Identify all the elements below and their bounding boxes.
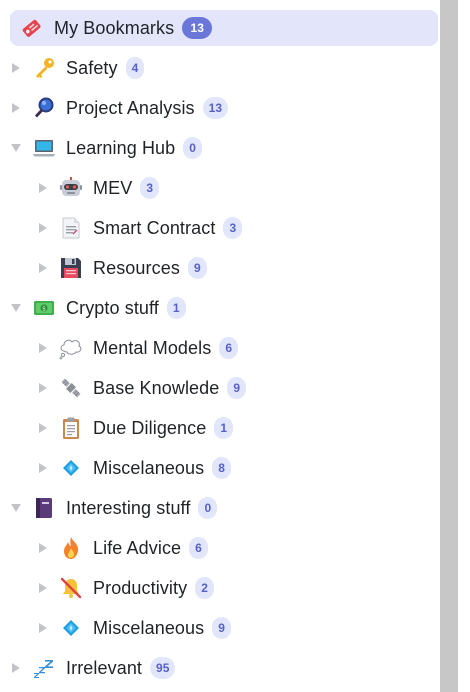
count-badge: 6 xyxy=(189,537,208,559)
tree-item-label: Miscelaneous xyxy=(93,617,205,638)
scrollbar-edge xyxy=(458,0,470,692)
notebook-icon xyxy=(32,496,56,520)
floppy-disk-icon xyxy=(59,256,83,280)
tree-item-label: Miscelaneous xyxy=(93,457,205,478)
tree-item-irrelevant[interactable]: Irrelevant 95 xyxy=(0,650,440,686)
bookmark-tag-icon xyxy=(20,16,44,40)
caret-down-icon[interactable] xyxy=(10,502,22,514)
caret-right-icon[interactable] xyxy=(37,222,49,234)
tree-root-my-bookmarks[interactable]: My Bookmarks 13 xyxy=(10,10,438,46)
tree-item-label: Mental Models xyxy=(93,337,212,358)
count-badge: 4 xyxy=(125,57,145,79)
tree-item-label: Safety xyxy=(66,57,118,78)
tree-item-life-advice[interactable]: Life Advice 6 xyxy=(0,530,440,566)
count-badge: 13 xyxy=(202,97,229,119)
diamond-icon xyxy=(59,616,83,640)
zzz-icon xyxy=(32,656,56,680)
tree-item-miscelaneous[interactable]: Miscelaneous 8 xyxy=(0,450,440,486)
tree-root-label: My Bookmarks xyxy=(54,17,175,38)
count-badge: 1 xyxy=(214,417,234,439)
tree-item-label: Productivity xyxy=(93,577,188,598)
tree-item-label: Learning Hub xyxy=(66,137,176,158)
fire-icon xyxy=(59,536,83,560)
count-badge: 13 xyxy=(182,17,213,39)
scrollbar[interactable] xyxy=(440,0,458,692)
caret-right-icon[interactable] xyxy=(10,62,22,74)
caret-right-icon[interactable] xyxy=(37,542,49,554)
robot-icon xyxy=(59,176,83,200)
tree-item-label: Irrelevant xyxy=(66,657,143,678)
tree-item-resources[interactable]: Resources 9 xyxy=(0,250,440,286)
bookmark-tree: My Bookmarks 13 Safety 4 Project Analysi… xyxy=(0,0,440,692)
caret-right-icon[interactable] xyxy=(37,622,49,634)
count-badge: 9 xyxy=(187,257,207,279)
caret-right-icon[interactable] xyxy=(10,662,22,674)
tree-item-mental-models[interactable]: Mental Models 6 xyxy=(0,330,440,366)
svg-text:$: $ xyxy=(42,305,46,312)
clipboard-icon xyxy=(59,416,83,440)
caret-right-icon[interactable] xyxy=(37,462,49,474)
tree-item-label: MEV xyxy=(93,177,133,198)
bell-slash-icon xyxy=(59,576,83,600)
laptop-icon xyxy=(32,136,56,160)
count-badge: 8 xyxy=(212,457,231,479)
tree-item-label: Resources xyxy=(93,257,180,278)
banknote-icon: $ xyxy=(32,296,56,320)
tree-item-label: Interesting stuff xyxy=(66,497,191,518)
caret-right-icon[interactable] xyxy=(37,582,49,594)
count-badge: 2 xyxy=(195,577,214,599)
tree-item-base-knowlede[interactable]: Base Knowlede 9 xyxy=(0,370,440,406)
caret-right-icon[interactable] xyxy=(37,182,49,194)
count-badge: 1 xyxy=(166,297,186,319)
count-badge: 9 xyxy=(212,617,231,639)
caret-right-icon[interactable] xyxy=(37,382,49,394)
tree-item-safety[interactable]: Safety 4 xyxy=(0,50,440,86)
tree-item-label: Life Advice xyxy=(93,537,182,558)
tree-item-crypto-stuff[interactable]: $ Crypto stuff 1 xyxy=(0,290,440,326)
tree-item-miscelaneous[interactable]: Miscelaneous 9 xyxy=(0,610,440,646)
tree-item-label: Base Knowlede xyxy=(93,377,220,398)
tree-item-smart-contract[interactable]: Smart Contract 3 xyxy=(0,210,440,246)
caret-right-icon[interactable] xyxy=(37,422,49,434)
caret-down-icon[interactable] xyxy=(10,142,22,154)
count-badge: 3 xyxy=(140,177,159,199)
tree-item-label: Smart Contract xyxy=(93,217,216,238)
count-badge: 0 xyxy=(183,137,202,159)
caret-right-icon[interactable] xyxy=(10,102,22,114)
tree-item-learning-hub[interactable]: Learning Hub 0 xyxy=(0,130,440,166)
tree-item-due-diligence[interactable]: Due Diligence 1 xyxy=(0,410,440,446)
satellite-icon xyxy=(59,376,83,400)
count-badge: 95 xyxy=(150,657,176,679)
caret-down-icon[interactable] xyxy=(10,302,22,314)
magnifier-icon xyxy=(32,96,56,120)
tree-item-interesting-stuff[interactable]: Interesting stuff 0 xyxy=(0,490,440,526)
count-badge: 0 xyxy=(198,497,218,519)
count-badge: 3 xyxy=(223,217,243,239)
tree-item-mev[interactable]: MEV 3 xyxy=(0,170,440,206)
key-icon xyxy=(32,56,56,80)
document-icon xyxy=(59,216,83,240)
thought-bubble-icon xyxy=(59,336,83,360)
tree-item-label: Project Analysis xyxy=(66,97,195,118)
tree-item-productivity[interactable]: Productivity 2 xyxy=(0,570,440,606)
tree-item-label: Crypto stuff xyxy=(66,297,159,318)
diamond-icon xyxy=(59,456,83,480)
count-badge: 9 xyxy=(227,377,247,399)
caret-right-icon[interactable] xyxy=(37,342,49,354)
tree-item-label: Due Diligence xyxy=(93,417,207,438)
count-badge: 6 xyxy=(219,337,239,359)
caret-right-icon[interactable] xyxy=(37,262,49,274)
tree-item-project-analysis[interactable]: Project Analysis 13 xyxy=(0,90,440,126)
